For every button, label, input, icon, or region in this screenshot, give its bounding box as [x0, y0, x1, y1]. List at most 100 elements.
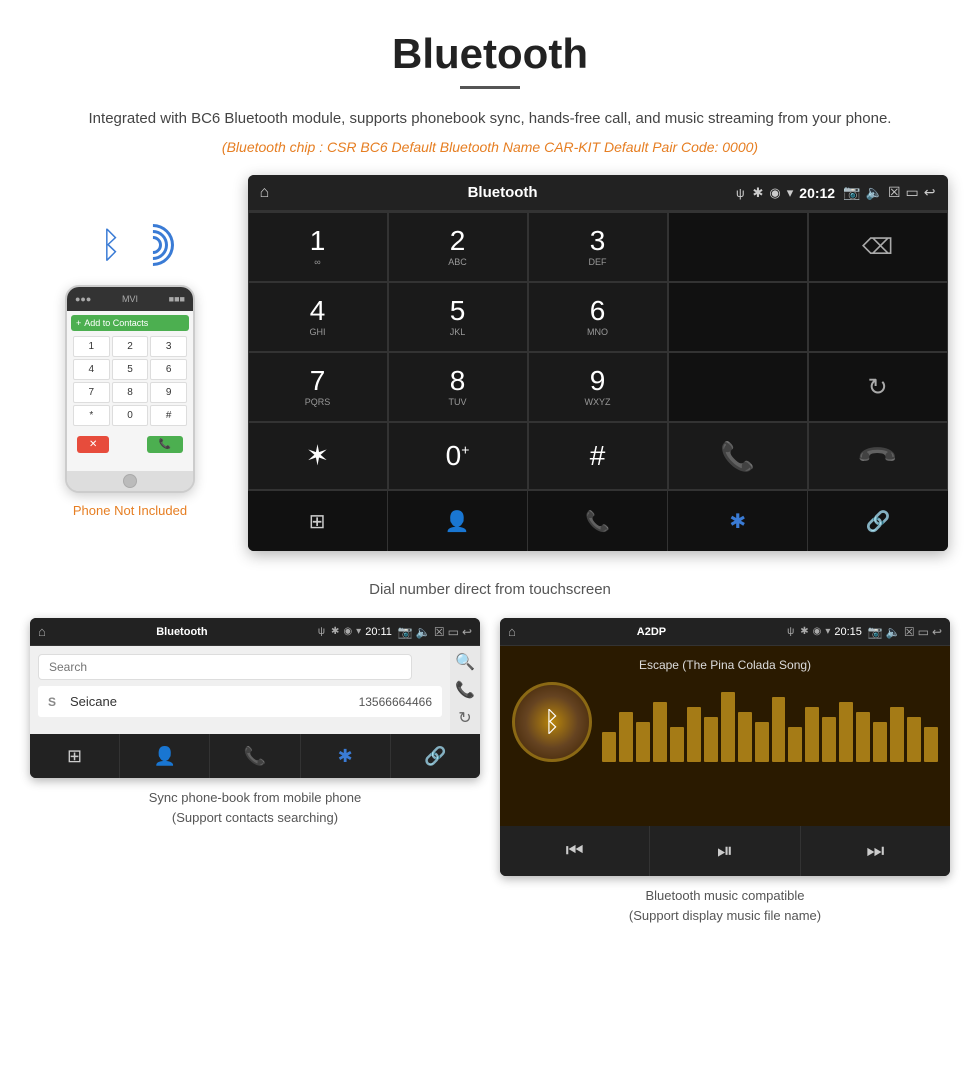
equalizer-bar — [839, 702, 853, 762]
dial-key-2[interactable]: 2 ABC — [388, 212, 528, 282]
dial-call-green[interactable]: 📞 — [668, 422, 808, 490]
music-playpause-button[interactable]: ⏯ — [650, 826, 800, 876]
dial-key-5[interactable]: 5 JKL — [388, 282, 528, 352]
pb-wifi-icon: ▾ — [356, 626, 361, 637]
pb-refresh-icon[interactable]: ↻ — [458, 708, 471, 728]
pkey-1: 1 — [73, 336, 110, 357]
music-next-button[interactable]: ⏭ — [801, 826, 950, 876]
dial-backspace[interactable]: ⌫ — [808, 212, 948, 282]
equalizer-bar — [687, 707, 701, 762]
home-icon[interactable]: ⌂ — [260, 184, 270, 202]
pb-home-icon[interactable]: ⌂ — [38, 624, 46, 639]
pb-bottom-contacts[interactable]: 👤 — [120, 734, 210, 778]
pb-search-icon[interactable]: 🔍 — [455, 652, 475, 672]
phone-device: ●●● MVI ■■■ +Add to Contacts 1 2 3 4 5 6… — [65, 285, 195, 493]
dial-refresh[interactable]: ↻ — [808, 352, 948, 422]
phonebook-body: S Seicane 13566664466 🔍 📞 ↻ — [30, 646, 480, 734]
dialpad-grid: 1 ∞ 2 ABC 3 DEF ⌫ 4 GHI 5 JKL — [248, 211, 948, 490]
pb-win-icon[interactable]: ▭ — [448, 625, 459, 639]
contact-name: Seicane — [70, 694, 351, 709]
music-screen-title: A2DP — [522, 626, 781, 638]
pkey-3: 3 — [150, 336, 187, 357]
dial-key-3[interactable]: 3 DEF — [528, 212, 668, 282]
dial-key-9[interactable]: 9 WXYZ — [528, 352, 668, 422]
pb-usb-icon: ψ — [318, 626, 325, 637]
status-right-icons: 📷 🔈 ☒ ▭ ↩ — [843, 184, 935, 201]
equalizer-bar — [636, 722, 650, 762]
pb-bottom-bt[interactable]: ✱ — [301, 734, 391, 778]
phonebook-content: S Seicane 13566664466 — [30, 646, 450, 734]
dial-key-1[interactable]: 1 ∞ — [248, 212, 388, 282]
music-vol-icon[interactable]: 🔈 — [886, 625, 901, 639]
music-close-icon[interactable]: ☒ — [904, 625, 915, 639]
dial-bottom-contacts[interactable]: 👤 — [388, 491, 528, 551]
pkey-9: 9 — [150, 382, 187, 403]
album-bt-icon: ᛒ — [544, 706, 561, 738]
equalizer-bar — [907, 717, 921, 762]
pb-bottom-phone[interactable]: 📞 — [210, 734, 300, 778]
dial-call-red[interactable]: 📞 — [808, 422, 948, 490]
header-specs: (Bluetooth chip : CSR BC6 Default Blueto… — [20, 139, 960, 155]
dial-bottom-link[interactable]: 🔗 — [808, 491, 947, 551]
equalizer-bar — [873, 722, 887, 762]
music-prev-button[interactable]: ⏮ — [500, 826, 650, 876]
music-loc-icon: ◉ — [813, 626, 822, 637]
pb-loc-icon: ◉ — [343, 626, 352, 637]
dial-key-7[interactable]: 7 PQRS — [248, 352, 388, 422]
pb-bottom-keypad[interactable]: ⊞ — [30, 734, 120, 778]
bluetooth-icon: ᛒ — [100, 224, 122, 266]
pb-close-icon[interactable]: ☒ — [434, 625, 445, 639]
dial-empty-3 — [808, 282, 948, 352]
bluetooth-status-icon: ✱ — [753, 185, 764, 201]
page-title: Bluetooth — [20, 30, 960, 78]
header-description: Integrated with BC6 Bluetooth module, su… — [20, 107, 960, 131]
pb-vol-icon[interactable]: 🔈 — [416, 625, 431, 639]
dial-key-6[interactable]: 6 MNO — [528, 282, 668, 352]
phonebook-caption: Sync phone-book from mobile phone (Suppo… — [149, 788, 361, 827]
window-icon[interactable]: ▭ — [906, 184, 919, 201]
phonebook-search-input[interactable] — [38, 654, 412, 680]
pkey-7: 7 — [73, 382, 110, 403]
pb-bt-icon: ✱ — [331, 626, 339, 637]
music-home-icon[interactable]: ⌂ — [508, 624, 516, 639]
music-statusbar: ⌂ A2DP ψ ✱ ◉ ▾ 20:15 📷 🔈 ☒ ▭ ↩ — [500, 618, 950, 646]
pb-camera-icon[interactable]: 📷 — [398, 625, 413, 639]
phonebook-contact-row[interactable]: S Seicane 13566664466 — [38, 686, 442, 717]
music-back-icon[interactable]: ↩ — [932, 625, 942, 639]
pkey-6: 6 — [150, 359, 187, 380]
phone-screen: +Add to Contacts 1 2 3 4 5 6 7 8 9 * 0 # — [67, 311, 193, 471]
pkey-4: 4 — [73, 359, 110, 380]
music-camera-icon[interactable]: 📷 — [868, 625, 883, 639]
music-time: 20:15 — [834, 626, 862, 638]
music-screen: ⌂ A2DP ψ ✱ ◉ ▾ 20:15 📷 🔈 ☒ ▭ ↩ — [500, 618, 950, 876]
dial-bottom-bluetooth[interactable]: ✱ — [668, 491, 808, 551]
dial-key-star[interactable]: ✶ — [248, 422, 388, 490]
pb-bottom-link[interactable]: 🔗 — [391, 734, 480, 778]
dial-key-0[interactable]: 0+ — [388, 422, 528, 490]
pkey-8: 8 — [112, 382, 149, 403]
camera-icon[interactable]: 📷 — [843, 184, 860, 201]
dial-key-hash[interactable]: # — [528, 422, 668, 490]
pkey-0: 0 — [112, 405, 149, 426]
dial-bottom-phone[interactable]: 📞 — [528, 491, 668, 551]
music-controls: ⏮ ⏯ ⏭ — [500, 826, 950, 876]
dial-key-8[interactable]: 8 TUV — [388, 352, 528, 422]
volume-icon[interactable]: 🔈 — [866, 184, 883, 201]
dial-key-4[interactable]: 4 GHI — [248, 282, 388, 352]
music-equalizer — [602, 682, 938, 762]
phonebook-panel: ⌂ Bluetooth ψ ✱ ◉ ▾ 20:11 📷 🔈 ☒ ▭ ↩ — [30, 618, 480, 925]
equalizer-bar — [772, 697, 786, 762]
close-icon[interactable]: ☒ — [888, 184, 901, 201]
pkey-hash: # — [150, 405, 187, 426]
music-win-icon[interactable]: ▭ — [918, 625, 929, 639]
phone-keypad: 1 2 3 4 5 6 7 8 9 * 0 # — [71, 334, 189, 428]
dial-caption: Dial number direct from touchscreen — [0, 581, 980, 598]
pkey-star: * — [73, 405, 110, 426]
back-icon[interactable]: ↩ — [924, 184, 936, 201]
pb-call-icon[interactable]: 📞 — [455, 680, 475, 700]
pb-back-icon[interactable]: ↩ — [462, 625, 472, 639]
dial-bottom-keypad[interactable]: ⊞ — [248, 491, 388, 551]
equalizer-bar — [924, 727, 938, 762]
pb-right-icons: 📷 🔈 ☒ ▭ ↩ — [398, 625, 472, 639]
signal-arc-3 — [123, 215, 182, 274]
